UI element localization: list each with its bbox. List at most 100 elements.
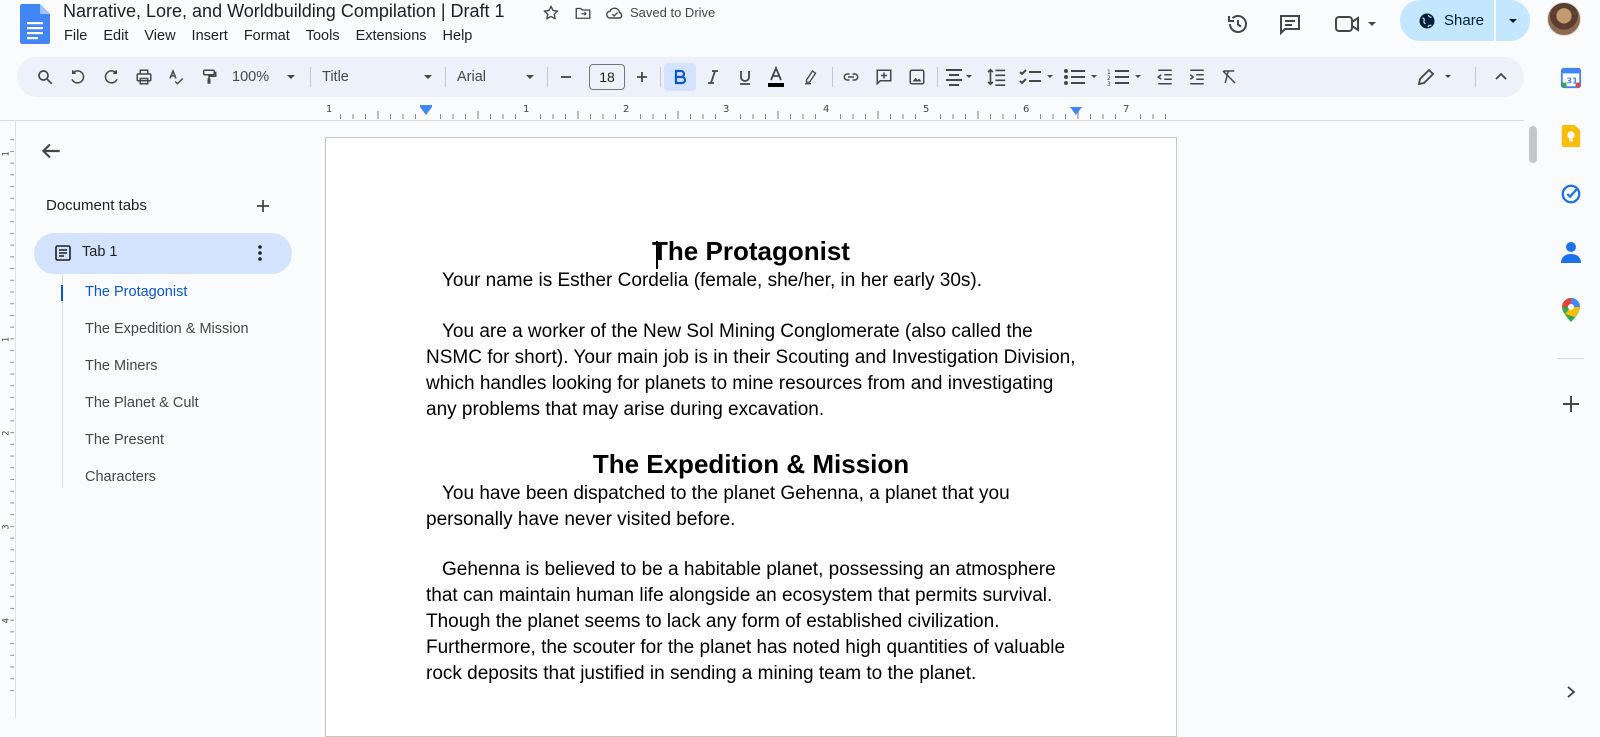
editing-mode-icon[interactable]	[1415, 63, 1457, 91]
chevron-right-icon[interactable]	[1557, 678, 1585, 706]
saved-status: Saved to Drive	[630, 5, 716, 20]
paragraph[interactable]: Gehenna is believed to be a habitable pl…	[426, 557, 1086, 687]
ruler-label: 6	[1023, 104, 1029, 115]
hide-menus-icon[interactable]	[1489, 63, 1513, 91]
menu-format[interactable]: Format	[236, 26, 298, 46]
back-arrow-icon[interactable]	[38, 138, 64, 164]
keep-icon[interactable]	[1557, 122, 1585, 150]
docs-logo-icon[interactable]	[20, 4, 50, 44]
tasks-icon[interactable]	[1557, 180, 1585, 208]
font-select[interactable]: Arial	[455, 63, 537, 91]
outline-item-the-planet-cult[interactable]: The Planet & Cult	[85, 395, 199, 411]
vruler-label: 3	[0, 524, 10, 529]
outline-item-the-present[interactable]: The Present	[85, 432, 164, 448]
share-button[interactable]: Share	[1400, 0, 1494, 41]
document-tab-icon	[54, 244, 72, 262]
svg-text:3: 3	[1107, 81, 1111, 86]
share-dropdown-button[interactable]	[1496, 0, 1530, 41]
tab-1-label: Tab 1	[82, 244, 118, 260]
bulleted-list-icon[interactable]	[1061, 63, 1101, 91]
paint-format-icon[interactable]	[195, 63, 223, 91]
paragraph[interactable]: Your name is Esther Cordelia (female, sh…	[426, 268, 1086, 294]
add-comment-icon[interactable]	[870, 63, 898, 91]
menu-file[interactable]: File	[56, 26, 95, 46]
document-page[interactable]: The Protagonist Your name is Esther Cord…	[325, 137, 1177, 737]
decrease-font-size-icon[interactable]	[554, 63, 578, 91]
outline-active-indicator	[61, 285, 63, 301]
outline-item-characters[interactable]: Characters	[85, 469, 156, 485]
menu-insert[interactable]: Insert	[184, 26, 236, 46]
outline-item-the-miners[interactable]: The Miners	[85, 358, 158, 374]
menu-extensions[interactable]: Extensions	[348, 26, 435, 46]
increase-font-size-icon[interactable]	[630, 63, 654, 91]
first-line-indent-marker	[420, 105, 432, 107]
insert-image-icon[interactable]	[903, 63, 931, 91]
spellcheck-icon[interactable]	[162, 63, 190, 91]
undo-icon[interactable]	[64, 63, 92, 91]
vruler-label: 1	[0, 337, 10, 342]
more-vert-icon[interactable]	[248, 241, 272, 265]
ruler-label: 3	[723, 104, 729, 115]
ruler-label: 5	[923, 104, 929, 115]
print-icon[interactable]	[130, 63, 158, 91]
align-icon[interactable]	[943, 63, 977, 91]
paragraph[interactable]: You have been dispatched to the planet G…	[426, 481, 1086, 533]
add-tab-icon[interactable]	[251, 194, 275, 218]
bold-icon[interactable]	[664, 63, 696, 91]
caret-down-icon	[287, 75, 295, 79]
redo-icon[interactable]	[97, 63, 125, 91]
caret-down-icon	[1509, 18, 1517, 23]
highlight-color-icon[interactable]	[797, 63, 825, 91]
heading-the-protagonist[interactable]: The Protagonist	[326, 236, 1176, 267]
menu-edit[interactable]: Edit	[95, 26, 136, 46]
zoom-select[interactable]: 100%	[230, 63, 298, 91]
horizontal-ruler[interactable]: 1 1 2 3 4 5 6 7	[326, 102, 1177, 120]
toolbar-divider	[832, 67, 833, 87]
text-color-icon[interactable]	[762, 63, 790, 91]
share-label: Share	[1444, 12, 1485, 29]
version-history-icon[interactable]	[1218, 4, 1258, 44]
vertical-ruler[interactable]: 1 1 2 3 4	[0, 121, 16, 718]
scrollbar-thumb[interactable]	[1529, 126, 1537, 163]
caret-down-icon	[424, 75, 432, 79]
underline-icon[interactable]	[731, 63, 759, 91]
get-add-ons-icon[interactable]	[1557, 390, 1585, 418]
ruler-label: 7	[1123, 104, 1129, 115]
menu-tools[interactable]: Tools	[298, 26, 348, 46]
increase-indent-icon[interactable]	[1183, 63, 1211, 91]
ruler-divider	[0, 120, 1524, 121]
maps-icon[interactable]	[1557, 296, 1585, 324]
cloud-saved-icon[interactable]	[604, 2, 626, 24]
star-icon[interactable]	[540, 2, 562, 24]
style-select[interactable]: Title	[320, 63, 435, 91]
outline-item-the-expedition-mission[interactable]: The Expedition & Mission	[85, 321, 249, 337]
avatar[interactable]	[1547, 2, 1581, 36]
italic-icon[interactable]	[699, 63, 727, 91]
vruler-label: 4	[0, 618, 10, 623]
toolbar-divider	[445, 67, 446, 87]
heading-the-expedition-mission[interactable]: The Expedition & Mission	[326, 449, 1176, 480]
meet-icon[interactable]	[1330, 4, 1386, 44]
document-title[interactable]: Narrative, Lore, and Worldbuilding Compi…	[63, 1, 505, 22]
menu-help[interactable]: Help	[435, 26, 481, 46]
move-folder-icon[interactable]	[572, 2, 594, 24]
calendar-icon[interactable]: 31	[1557, 64, 1585, 92]
line-spacing-icon[interactable]	[983, 63, 1011, 91]
contacts-icon[interactable]	[1557, 238, 1585, 266]
tab-1[interactable]: Tab 1	[34, 233, 292, 274]
font-size-input[interactable]: 18	[589, 64, 625, 90]
toolbar: 100% Title Arial 18 1 2 3	[17, 57, 1524, 97]
comments-icon[interactable]	[1270, 4, 1310, 44]
clear-formatting-icon[interactable]	[1215, 63, 1243, 91]
outline-item-the-protagonist[interactable]: The Protagonist	[85, 284, 187, 300]
paragraph[interactable]: You are a worker of the New Sol Mining C…	[426, 319, 1086, 423]
right-indent-marker	[1070, 107, 1082, 115]
decrease-indent-icon[interactable]	[1151, 63, 1179, 91]
numbered-list-icon[interactable]: 123	[1105, 63, 1145, 91]
outline-guide-line	[62, 274, 63, 488]
insert-link-icon[interactable]	[837, 63, 865, 91]
menu-view[interactable]: View	[136, 26, 183, 46]
checklist-icon[interactable]	[1017, 63, 1057, 91]
search-menus-icon[interactable]	[31, 63, 59, 91]
vruler-label: 2	[0, 431, 10, 436]
